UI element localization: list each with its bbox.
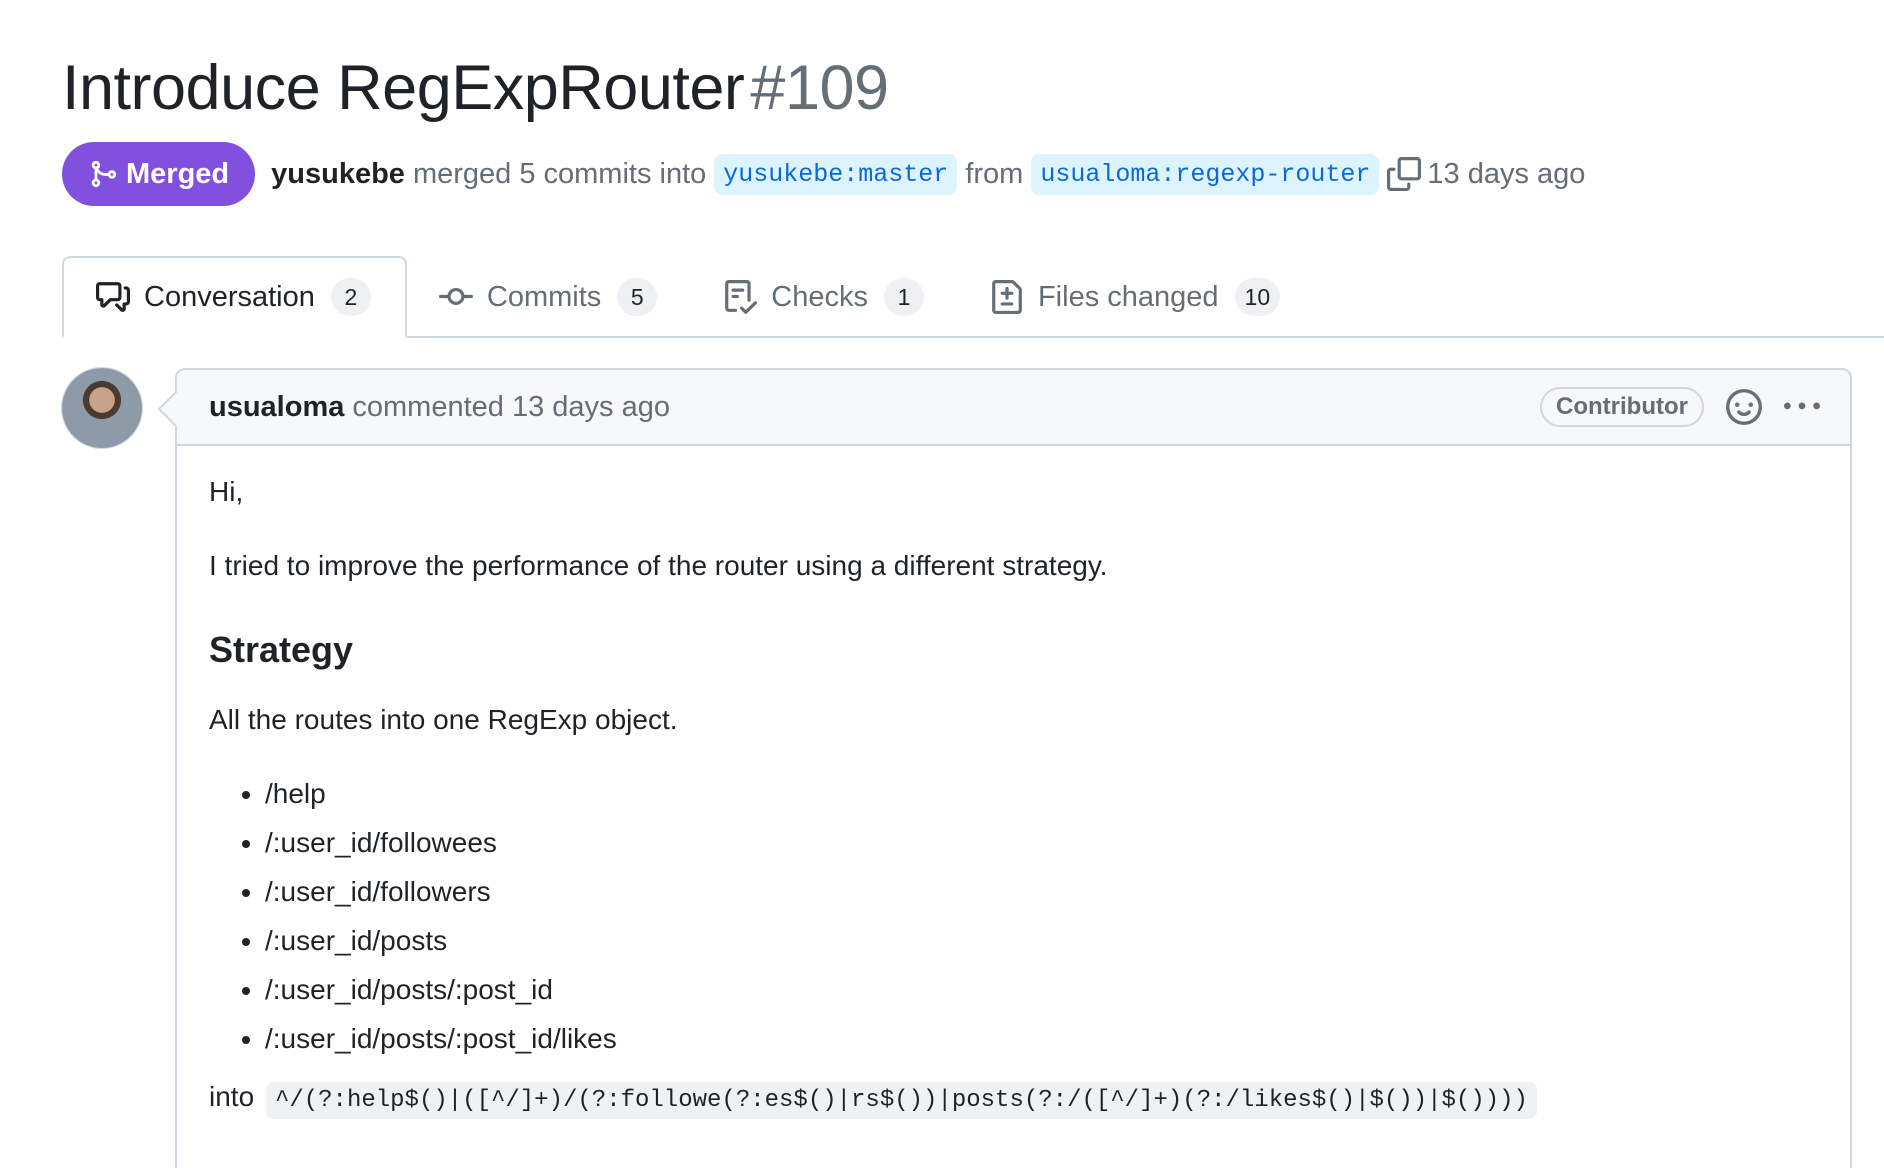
avatar[interactable] [62,368,142,448]
pr-tabs: Conversation 2 Commits 5 Checks 1 Files … [62,256,1884,338]
tab-checks-label: Checks [771,280,868,313]
tab-conversation-label: Conversation [144,280,315,313]
merged-label: Merged [126,157,230,190]
tab-commits-count: 5 [617,278,658,316]
strategy-heading: Strategy [209,629,354,670]
list-item: /:user_id/posts [265,921,1818,961]
list-item: /:user_id/followees [265,823,1818,863]
routes-list: /help /:user_id/followees /:user_id/foll… [209,774,1818,1059]
tab-files-changed[interactable]: Files changed 10 [958,258,1314,336]
merger-author-link[interactable]: yusukebe [271,158,405,191]
page-title: Introduce RegExpRouter#109 [62,48,889,128]
regex-code: ^/(?:help$()|([^/]+)/(?:followe(?:es$()|… [265,1082,1537,1119]
from-text: from [965,157,1024,190]
strategy-text: All the routes into one RegExp object. [209,704,678,735]
tab-files-changed-label: Files changed [1037,280,1219,313]
comment-author-link[interactable]: usualoma [209,391,344,424]
pull-request-page: Introduce RegExpRouter#109 Merged yusuke… [0,0,1884,1168]
pr-title-text: Introduce RegExpRouter [62,53,745,123]
merge-description: merged 5 commits into [412,157,707,190]
tab-commits[interactable]: Commits 5 [407,258,691,336]
comment-box: usualoma commented 13 days ago Contribut… [175,368,1852,1168]
list-item: /:user_id/posts/:post_id/likes [265,1019,1818,1059]
intro-text: I tried to improve the performance of th… [209,550,1108,581]
greeting-text: Hi, [209,476,244,507]
pr-number: #109 [750,53,889,123]
tab-files-changed-count: 10 [1234,278,1281,316]
checklist-icon [725,280,758,314]
head-branch[interactable]: usualoma:regexp-router [1031,153,1380,195]
comment-action: commented 13 days ago [352,390,670,423]
base-branch[interactable]: yusukebe:master [714,153,958,195]
copy-icon[interactable] [1387,157,1422,191]
merge-time: 13 days ago [1427,157,1586,190]
list-item: /:user_id/followers [265,872,1818,912]
conversation-icon [96,282,130,312]
tab-conversation-count: 2 [330,278,371,316]
tab-checks[interactable]: Checks 1 [691,258,958,336]
into-line: into ^/(?:help$()|([^/]+)/(?:followe(?:e… [209,1077,1818,1121]
commit-icon [438,287,473,305]
kebab-horizontal-icon[interactable] [1784,389,1820,425]
merged-badge: Merged [62,142,256,206]
comment-body: Hi, I tried to improve the performance o… [177,446,1850,1168]
comment-header: usualoma commented 13 days ago Contribut… [177,370,1850,446]
into-label: into [209,1081,255,1112]
pr-meta: Merged yusukebe merged 5 commits into yu… [62,142,1585,206]
smiley-icon[interactable] [1726,389,1762,425]
file-diff-icon [992,280,1022,314]
list-item: /help [265,774,1818,814]
tab-commits-label: Commits [486,280,602,313]
list-item: /:user_id/posts/:post_id [265,970,1818,1010]
git-merge-icon [91,160,117,188]
contributor-badge: Contributor [1540,387,1704,427]
tab-conversation[interactable]: Conversation 2 [62,256,407,338]
tab-checks-count: 1 [883,278,924,316]
